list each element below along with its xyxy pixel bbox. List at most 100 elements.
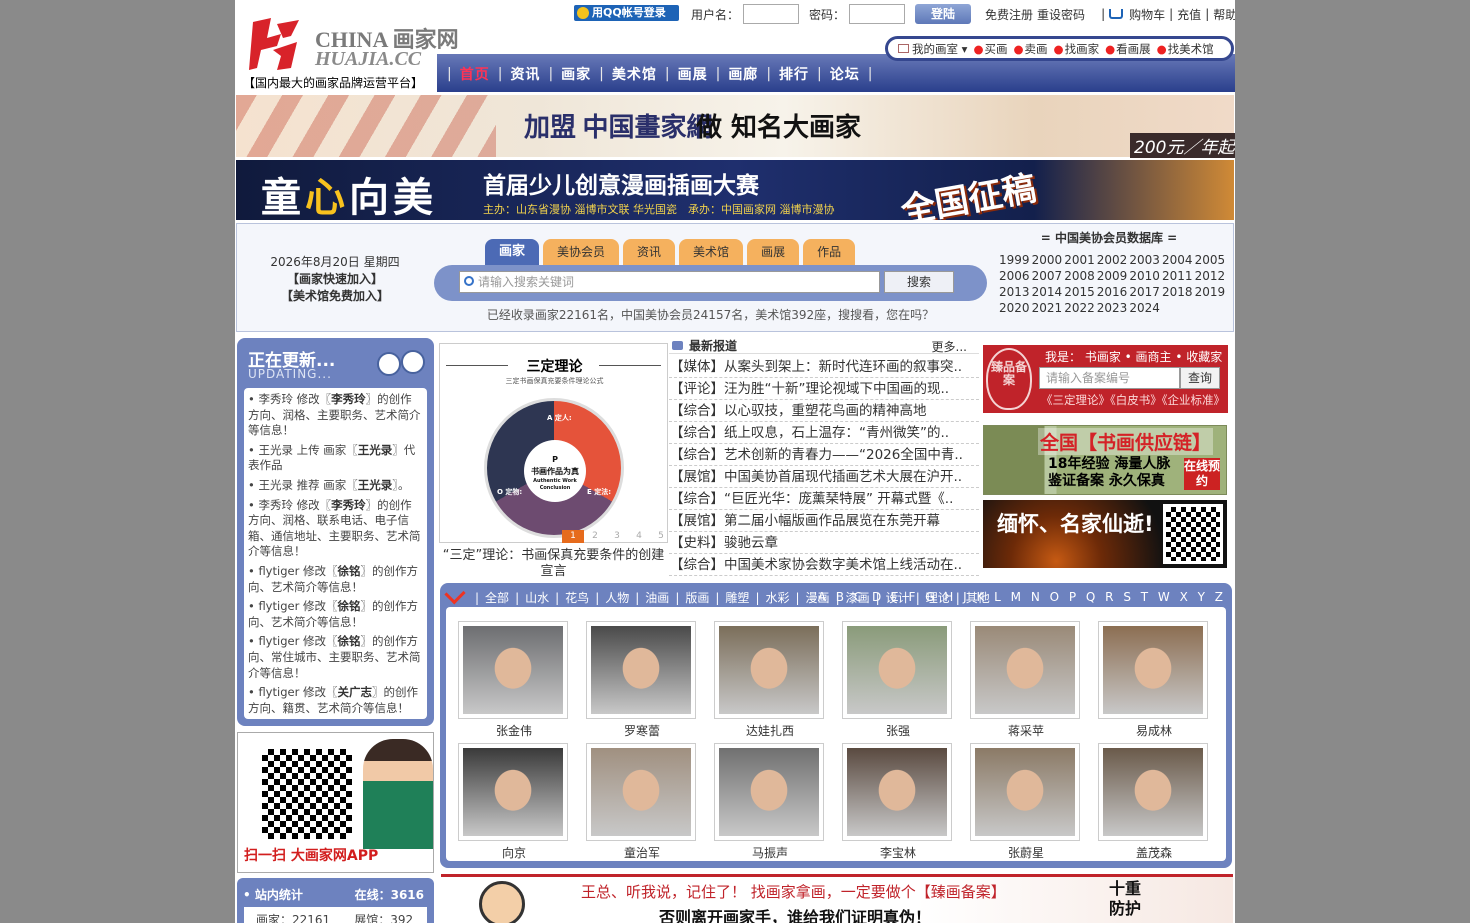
artist-name[interactable]: 张金伟 <box>458 722 570 739</box>
member-year-link[interactable]: 2004 <box>1162 253 1195 267</box>
artist-card[interactable]: 易成林 <box>1098 621 1210 739</box>
artist-name[interactable]: 李宝林 <box>842 844 954 861</box>
search-button[interactable]: 搜索 <box>884 271 954 293</box>
join-banner[interactable]: 加盟 中国畫家網 做 知名大画家 200元／年起 <box>236 95 1235 158</box>
slide-dot[interactable]: 2 <box>584 530 606 543</box>
qq-login-button[interactable]: 用QQ帐号登录 <box>574 5 679 21</box>
search-input[interactable]: 请输入搜索关键词 <box>459 271 880 293</box>
news-item[interactable]: 【综合】纸上叹息，石上温存：“青州微笑”的.. <box>669 422 979 444</box>
artist-photo[interactable] <box>1098 743 1208 841</box>
artist-card[interactable]: 蒋采苹 <box>970 621 1082 739</box>
category-link[interactable]: 山水 <box>522 589 552 606</box>
artist-photo[interactable] <box>842 743 952 841</box>
nav-item-home[interactable]: 首页 <box>452 64 498 84</box>
category-link[interactable]: 版画 <box>682 589 712 606</box>
cart-link[interactable]: 购物车 <box>1129 6 1165 23</box>
news-item[interactable]: 【媒体】从案头到架上：新时代连环画的叙事突.. <box>669 356 979 378</box>
member-year-link[interactable]: 2017 <box>1129 285 1162 299</box>
news-item[interactable]: 【展馆】第二届小幅版画作品展览在东莞开幕 <box>669 510 979 532</box>
news-item[interactable]: 【综合】中国美术家协会数字美术馆上线活动在.. <box>669 554 979 576</box>
artist-name[interactable]: 盖茂森 <box>1098 844 1210 861</box>
update-item[interactable]: • flytiger 修改〖徐铭〗的创作方向、艺术简介等信息！ <box>248 599 423 630</box>
member-year-link[interactable]: 2018 <box>1162 285 1195 299</box>
memorial-ad[interactable]: 缅怀、名家仙逝! <box>983 500 1227 568</box>
register-link[interactable]: 免费注册 <box>985 8 1033 22</box>
category-link[interactable]: 花鸟 <box>562 589 592 606</box>
artist-name[interactable]: 罗寒蕾 <box>586 722 698 739</box>
news-item[interactable]: 【综合】“巨匠光华：庞薰琹特展” 开幕式暨《.. <box>669 488 979 510</box>
museum-free-join-link[interactable]: 【美术馆免费加入】 <box>237 288 433 305</box>
username-input[interactable] <box>743 4 800 24</box>
member-year-link[interactable]: 2022 <box>1064 301 1097 315</box>
member-year-link[interactable]: 2020 <box>999 301 1032 315</box>
member-year-link[interactable]: 2012 <box>1195 269 1228 283</box>
artist-name[interactable]: 蒋采苹 <box>970 722 1082 739</box>
update-item[interactable]: • flytiger 修改〖徐铭〗的创作方向、常住城市、主要职务、艺术简介等信息… <box>248 634 423 681</box>
slide-dot[interactable]: 4 <box>628 530 650 543</box>
artist-name[interactable]: 张强 <box>842 722 954 739</box>
filing-roles[interactable]: 我是： 书画家 • 画商主 • 收藏家 <box>1045 348 1222 365</box>
recharge-link[interactable]: 充值 <box>1177 6 1201 23</box>
member-year-link[interactable]: 2011 <box>1162 269 1195 283</box>
artist-photo[interactable] <box>458 621 568 719</box>
news-more-link[interactable]: 更多... <box>932 338 967 355</box>
site-logo[interactable]: CHINA 画家网 HUAJIA.CC <box>243 14 459 74</box>
artist-card[interactable]: 罗寒蕾 <box>586 621 698 739</box>
artist-photo[interactable] <box>1098 621 1208 719</box>
artist-card[interactable]: 张金伟 <box>458 621 570 739</box>
artist-photo[interactable] <box>970 743 1080 841</box>
painter-quick-join-link[interactable]: 【画家快速加入】 <box>237 271 433 288</box>
quick-nav-find-painter[interactable]: ●找画家 <box>1054 41 1100 57</box>
app-promo[interactable]: 扫一扫 大画家网APP <box>237 732 434 873</box>
search-tab-news[interactable]: 资讯 <box>623 239 676 265</box>
nav-item-museums[interactable]: 美术馆 <box>604 64 665 84</box>
my-studio-menu[interactable]: 我的画室 ▾ <box>912 41 967 57</box>
search-tab-painters[interactable]: 画家 <box>485 239 540 265</box>
artist-name[interactable]: 童治军 <box>586 844 698 861</box>
category-link[interactable]: 人物 <box>602 589 632 606</box>
nav-item-ranking[interactable]: 排行 <box>771 64 817 84</box>
member-year-link[interactable]: 2000 <box>1032 253 1065 267</box>
member-year-link[interactable]: 2007 <box>1032 269 1065 283</box>
news-item[interactable]: 【综合】以心驭技，重塑花鸟画的精神高地 <box>669 400 979 422</box>
update-item[interactable]: • 李秀玲 修改〖李秀玲〗的创作方向、润格、联系电话、电子信箱、通信地址、主要职… <box>248 498 423 560</box>
member-year-link[interactable]: 2024 <box>1129 301 1162 315</box>
filing-number-input[interactable]: 请输入备案编号 <box>1039 367 1180 389</box>
contest-banner[interactable]: 童心向美 首届少儿创意漫画插画大赛 主办：山东省漫协 淄博市文联 华光国瓷 承办… <box>236 160 1234 220</box>
search-tab-members[interactable]: 美协会员 <box>543 239 620 265</box>
category-link[interactable]: 油画 <box>642 589 672 606</box>
update-item[interactable]: • flytiger 修改〖徐铭〗的创作方向、艺术简介等信息！ <box>248 564 423 595</box>
artist-card[interactable]: 向京 <box>458 743 570 861</box>
artist-photo[interactable] <box>714 621 824 719</box>
member-year-link[interactable]: 2003 <box>1129 253 1162 267</box>
filing-query-button[interactable]: 查询 <box>1180 367 1220 389</box>
member-year-link[interactable]: 2006 <box>999 269 1032 283</box>
nav-item-painters[interactable]: 画家 <box>553 64 599 84</box>
update-item[interactable]: • flytiger 修改〖关广志〗的创作方向、籍贯、艺术简介等信息！ <box>248 685 423 716</box>
filing-documents[interactable]: 《三定理论》《白皮书》《企业标准》 <box>1041 392 1226 408</box>
slide-dot[interactable]: 3 <box>606 530 628 543</box>
update-item[interactable]: • 李秀玲 修改〖李秀玲〗的创作方向、润格、主要职务、艺术简介等信息！ <box>248 392 423 439</box>
artist-card[interactable]: 盖茂森 <box>1098 743 1210 861</box>
category-link[interactable]: 水彩 <box>762 589 792 606</box>
update-item[interactable]: • 王光录 上传 画家〖王光录〗代表作品 <box>248 443 423 474</box>
featured-slide[interactable]: 三定理论 三定书画保真充要条件理论公式 A 定人: O 定物: E 定法: P … <box>439 343 668 543</box>
news-item[interactable]: 【评论】汪为胜“十新”理论视域下中国画的现.. <box>669 378 979 400</box>
news-item[interactable]: 【综合】艺术创新的青春力——“2026全国中青.. <box>669 444 979 466</box>
quick-nav-find-museum[interactable]: ●找美术馆 <box>1157 41 1214 57</box>
artist-card[interactable]: 马振声 <box>714 743 826 861</box>
member-year-link[interactable]: 2013 <box>999 285 1032 299</box>
member-year-link[interactable]: 2010 <box>1129 269 1162 283</box>
update-item[interactable]: • 王光录 推荐 画家〖王光录〗。 <box>248 478 423 494</box>
member-year-link[interactable]: 2009 <box>1097 269 1130 283</box>
artist-photo[interactable] <box>458 743 568 841</box>
search-tab-museums[interactable]: 美术馆 <box>679 239 744 265</box>
member-year-link[interactable]: 1999 <box>999 253 1032 267</box>
artist-photo[interactable] <box>842 621 952 719</box>
artist-name[interactable]: 向京 <box>458 844 570 861</box>
artist-card[interactable]: 童治军 <box>586 743 698 861</box>
member-year-link[interactable]: 2015 <box>1064 285 1097 299</box>
supply-chain-ad[interactable]: 全国【书画供应链】 18年经验 海量人脉 鉴证备案 永久保真 在线预约 <box>983 425 1227 495</box>
member-year-link[interactable]: 2001 <box>1064 253 1097 267</box>
member-year-link[interactable]: 2014 <box>1032 285 1065 299</box>
